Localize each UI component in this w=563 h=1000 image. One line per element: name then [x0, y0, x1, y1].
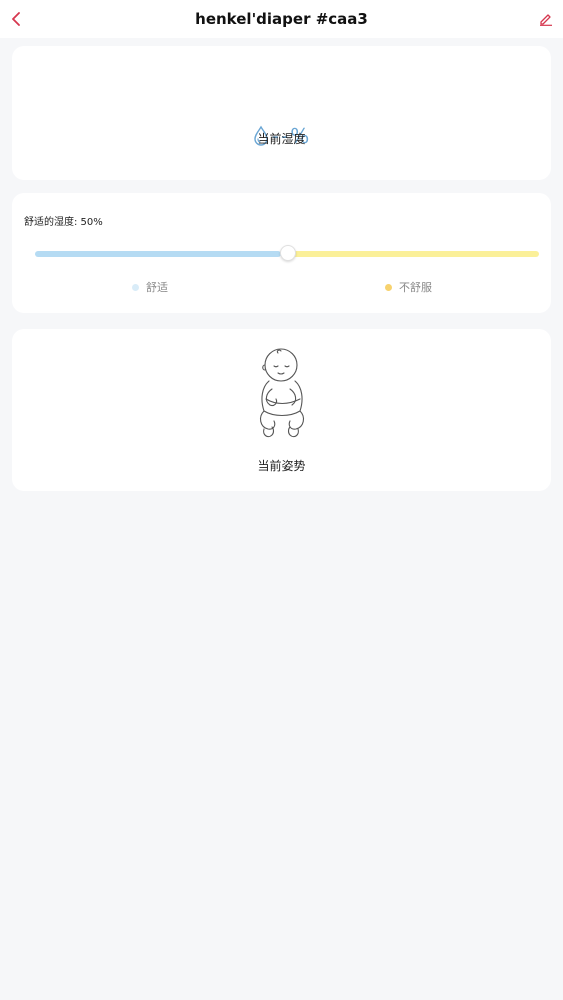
legend-comfort-label: 舒适 [146, 281, 168, 294]
top-nav-bar: henkel'diaper #caa3 [0, 0, 563, 38]
edit-button[interactable] [537, 9, 555, 29]
slider-thumb[interactable] [280, 245, 296, 261]
legend-uncomfort-dot [385, 283, 392, 291]
comfort-slider[interactable] [35, 245, 539, 261]
comfort-humidity-label: 舒适的湿度: 50% [24, 217, 103, 228]
slider-track-comfort [35, 251, 281, 257]
slider-track-uncomfort [293, 251, 539, 257]
legend-uncomfort: 不舒服 [385, 279, 432, 295]
comfort-card: 舒适的湿度: 50% 舒适 不舒服 [12, 193, 551, 313]
baby-sitting-icon [259, 348, 305, 438]
pencil-icon [540, 14, 552, 26]
humidity-label: 当前湿度 [257, 132, 306, 146]
posture-label: 当前姿势 [257, 459, 306, 473]
legend-comfort-dot [132, 283, 139, 291]
legend-uncomfort-label: 不舒服 [399, 281, 432, 294]
page-title: henkel'diaper #caa3 [195, 10, 368, 28]
legend-comfort: 舒适 [132, 279, 168, 295]
posture-card: 当前姿势 [12, 329, 551, 491]
humidity-card: --% 当前湿度 [12, 46, 551, 180]
